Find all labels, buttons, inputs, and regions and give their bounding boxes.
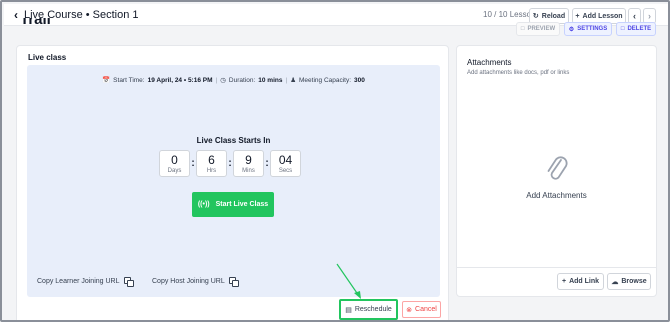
countdown-minutes: 9 Mins [233, 150, 264, 177]
start-live-class-label: Start Live Class [215, 201, 269, 208]
cancel-label: Cancel [415, 306, 437, 313]
countdown-timer: 0 Days : 6 Hrs : 9 Mins : 04 Secs [159, 150, 301, 177]
add-lesson-label: Add Lesson [582, 12, 623, 20]
duration-label: Duration: [228, 76, 256, 84]
trash-icon: □ [620, 26, 625, 32]
attachments-subtitle: Add attachments like docs, pdf or links [467, 70, 570, 76]
copy-learner-url-label: Copy Learner Joining URL [37, 278, 120, 285]
delete-label: DELETE [627, 26, 652, 32]
countdown-value: 6 [208, 153, 215, 167]
duration-value: 10 mins [258, 76, 283, 84]
cloud-upload-icon: ☁ [611, 278, 619, 286]
reschedule-button[interactable]: ▤ Reschedule [339, 299, 398, 320]
add-attachments-label[interactable]: Add Attachments [457, 191, 656, 200]
start-time-value: 19 April, 24 • 5:16 PM [147, 76, 213, 84]
broadcast-icon: ((•)) [197, 201, 210, 208]
add-link-button[interactable]: + Add Link [557, 273, 604, 290]
divider: | [215, 76, 218, 84]
close-circle-icon: ⊗ [406, 306, 413, 314]
preview-button[interactable]: □ PREVIEW [516, 22, 560, 36]
calendar-icon: 📅 [102, 77, 111, 84]
start-live-class-button[interactable]: ((•)) Start Live Class [192, 192, 274, 217]
chevron-right-icon: › [648, 11, 651, 21]
add-link-label: Add Link [569, 278, 600, 285]
cancel-button[interactable]: ⊗ Cancel [402, 301, 441, 318]
capacity-value: 300 [354, 76, 365, 84]
annotation-arrow-icon [336, 263, 361, 299]
countdown-value: 04 [278, 153, 293, 167]
app-frame: ‹ Live Course • Section 1 10 / 10 Lesson… [0, 0, 670, 322]
countdown-days: 0 Days [159, 150, 190, 177]
countdown-unit: Hrs [206, 168, 217, 174]
chevron-left-icon: ‹ [14, 8, 18, 22]
attachments-card: Attachments Add attachments like docs, p… [456, 45, 657, 297]
countdown-value: 0 [171, 153, 178, 167]
copy-learner-url-button[interactable]: Copy Learner Joining URL [37, 277, 134, 287]
plus-icon: + [575, 12, 580, 20]
users-icon: ♟ [290, 77, 297, 84]
countdown-unit: Days [167, 168, 182, 174]
live-class-heading: Live class [28, 53, 67, 62]
copy-host-url-button[interactable]: Copy Host Joining URL [152, 277, 239, 287]
capacity-label: Meeting Capacity: [299, 76, 352, 84]
live-class-panel: 📅 Start Time: 19 April, 24 • 5:16 PM | ◷… [27, 65, 440, 297]
copy-icon [228, 277, 239, 287]
start-time-label: Start Time: [113, 76, 145, 84]
divider: | [285, 76, 288, 84]
gear-icon: ⚙ [568, 26, 575, 33]
preview-label: PREVIEW [527, 26, 556, 32]
settings-button[interactable]: ⚙ SETTINGS [564, 22, 612, 36]
refresh-icon: ↻ [532, 13, 539, 20]
lesson-title: Trail [20, 18, 51, 28]
clock-icon: ◷ [220, 77, 226, 84]
chevron-left-icon: ‹ [633, 11, 636, 21]
countdown-heading: Live Class Starts In [196, 136, 271, 145]
countdown-unit: Secs [278, 168, 293, 174]
reload-label: Reload [541, 12, 566, 20]
copy-icon [123, 277, 134, 287]
countdown-value: 9 [245, 153, 252, 167]
countdown-seconds: 04 Secs [270, 150, 301, 177]
plus-icon: + [561, 278, 567, 285]
reschedule-label: Reschedule [354, 306, 392, 313]
live-class-card: Live class 📅 Start Time: 19 April, 24 • … [16, 45, 449, 320]
attachments-heading: Attachments [467, 58, 512, 67]
countdown-unit: Mins [242, 168, 255, 174]
calendar-icon: ▤ [345, 306, 352, 314]
lesson-counter: 10 / 10 Lesson [483, 10, 536, 19]
delete-button[interactable]: □ DELETE [616, 22, 656, 36]
countdown-hours: 6 Hrs [196, 150, 227, 177]
attachments-footer [457, 267, 656, 268]
browse-label: Browse [621, 278, 647, 285]
browse-button[interactable]: ☁ Browse [607, 273, 651, 290]
paperclip-icon [547, 156, 568, 180]
settings-label: SETTINGS [577, 26, 608, 32]
preview-icon: □ [520, 26, 525, 32]
meeting-meta: 📅 Start Time: 19 April, 24 • 5:16 PM | ◷… [27, 76, 440, 85]
copy-host-url-label: Copy Host Joining URL [152, 278, 225, 285]
